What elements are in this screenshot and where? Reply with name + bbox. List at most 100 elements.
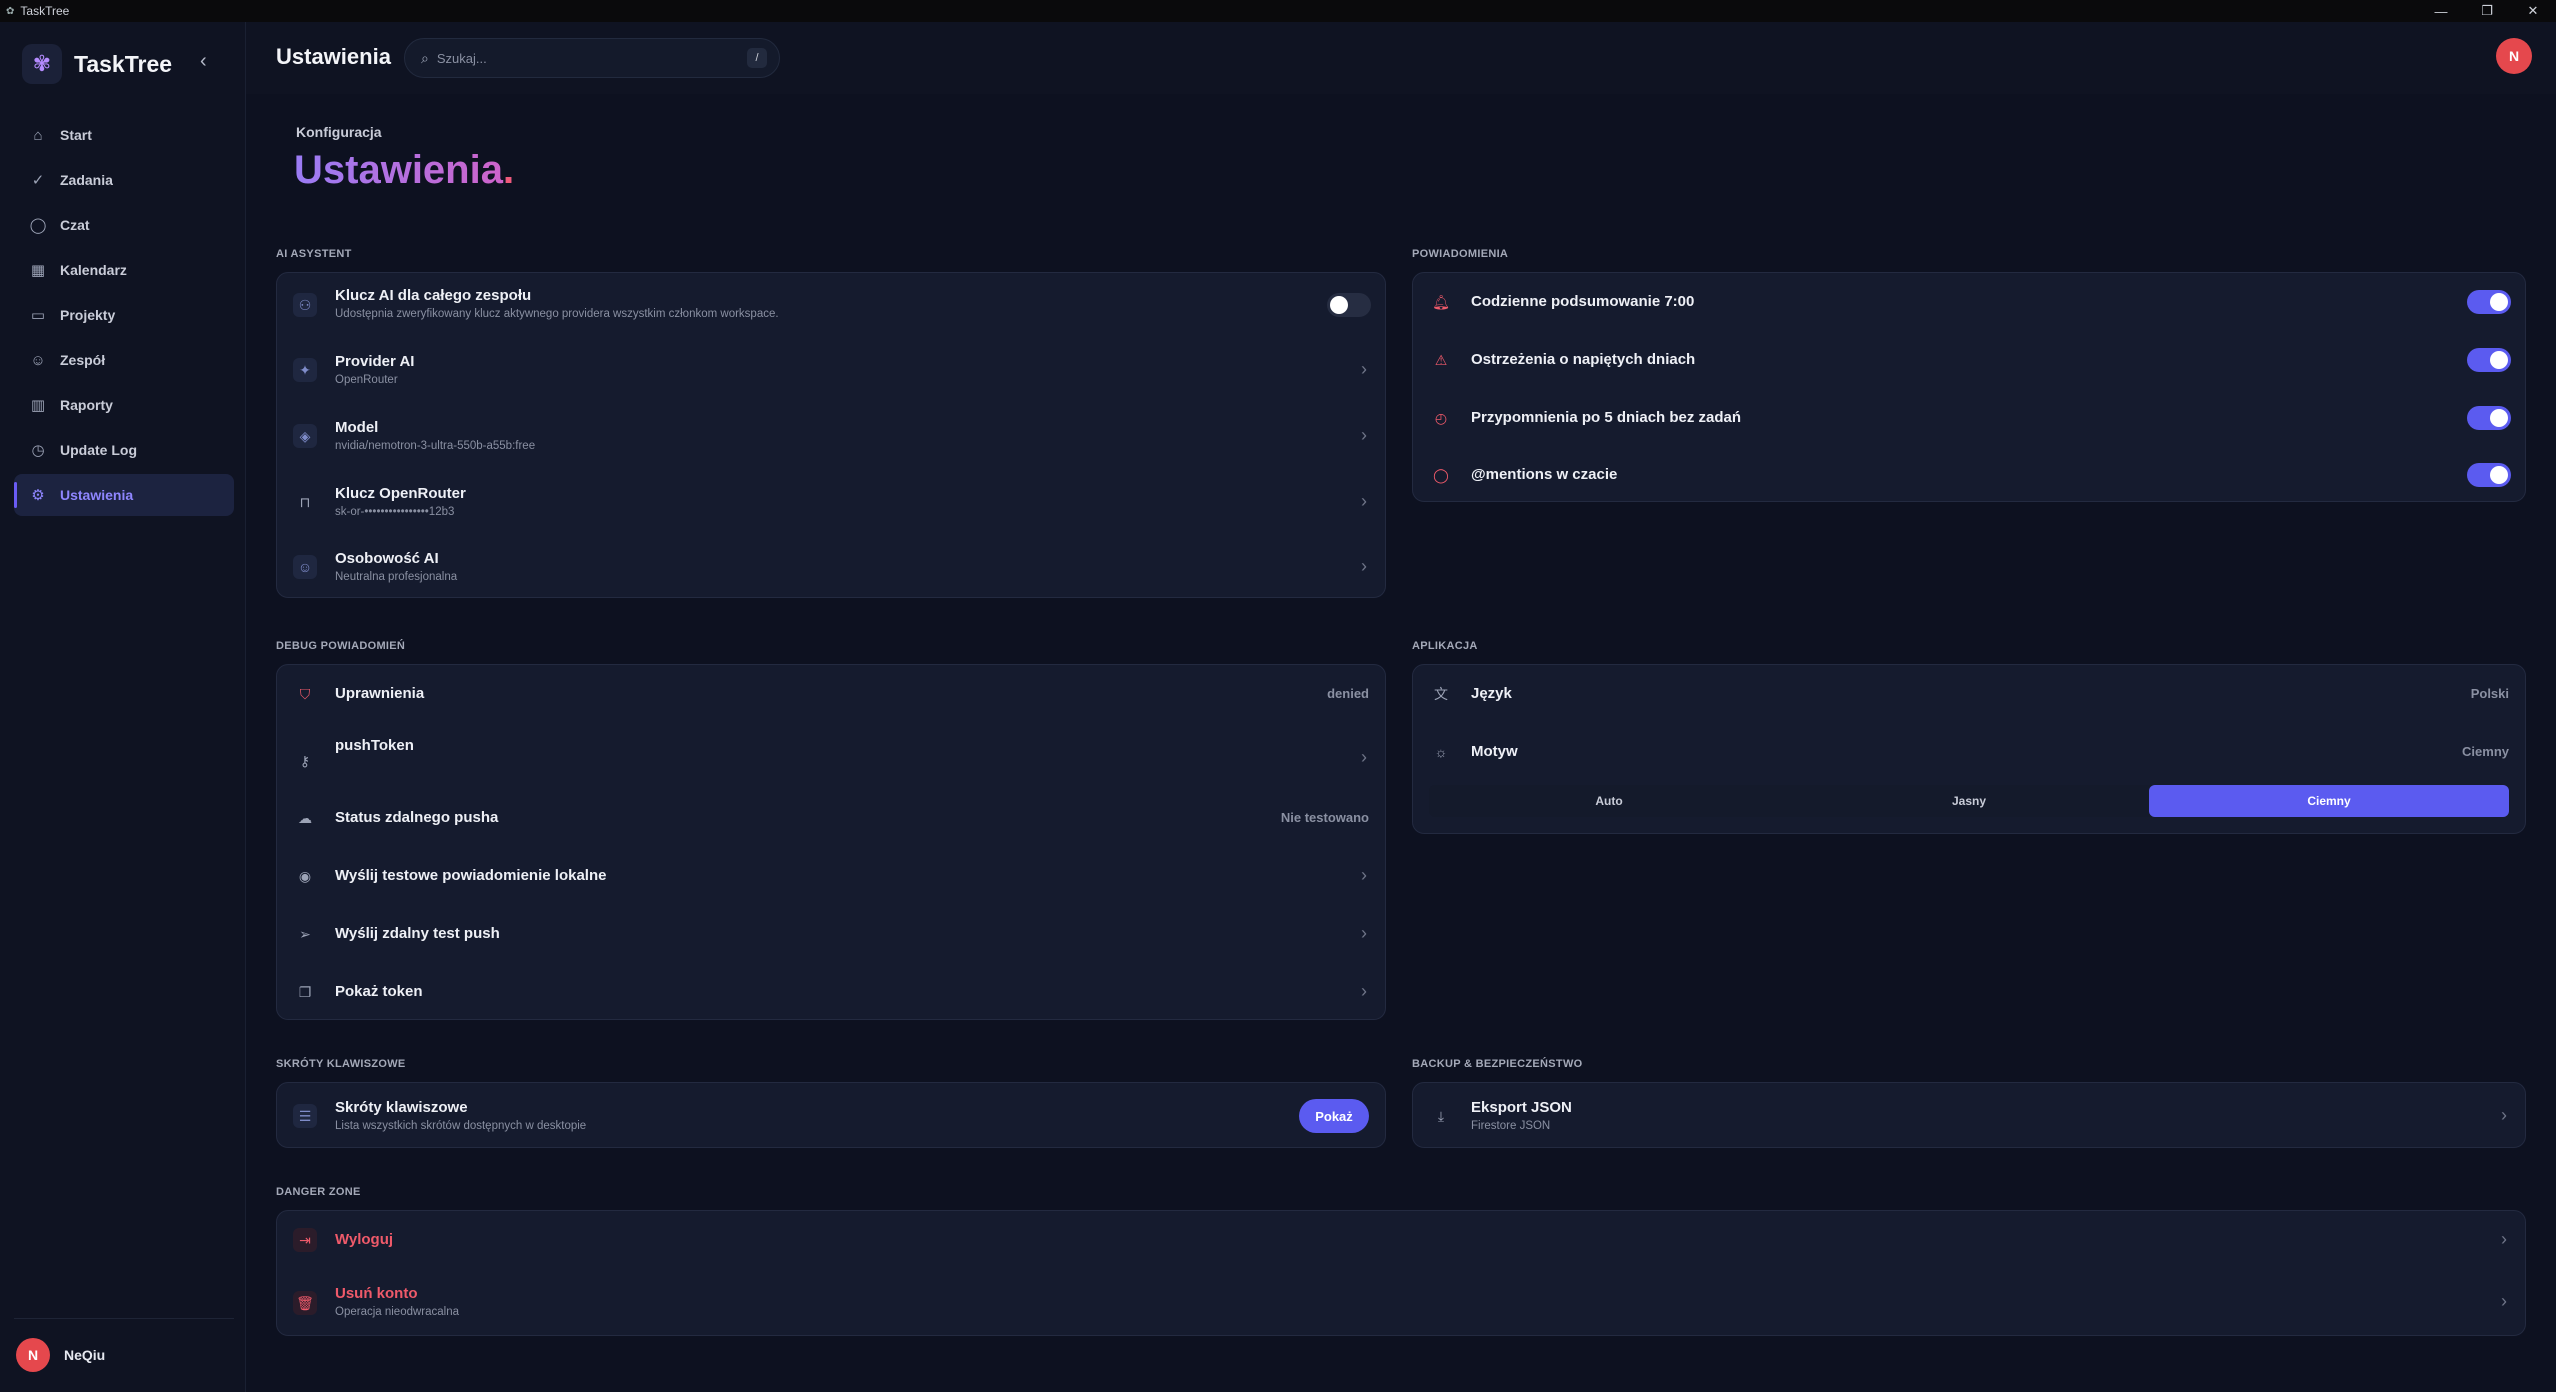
window-title: TaskTree — [20, 4, 70, 18]
sidebar-item-projects[interactable]: ▭ Projekty — [14, 294, 234, 336]
maximize-button[interactable]: ❐ — [2464, 0, 2510, 22]
theme-option-light[interactable]: Jasny — [1789, 785, 2149, 817]
search-box[interactable]: ⌕ / — [404, 38, 780, 78]
sidebar-item-team[interactable]: ☺ Zespół — [14, 339, 234, 381]
sidebar-item-reports[interactable]: ▥ Raporty — [14, 384, 234, 426]
chevron-right-icon: › — [1361, 491, 1367, 511]
sidebar-item-update-log[interactable]: ◷ Update Log — [14, 429, 234, 471]
key-icon: ⚷ — [299, 752, 311, 769]
download-icon: ⤓ — [1437, 1107, 1445, 1124]
notification-reminders-row[interactable]: ◴ Przypomnienia po 5 dniach bez zadań — [1413, 389, 2527, 447]
user-name: NeQiu — [64, 1347, 106, 1363]
theme-option-dark[interactable]: Ciemny — [2149, 785, 2509, 817]
permissions-status: denied — [1327, 686, 1369, 701]
daily-summary-toggle[interactable] — [2467, 290, 2511, 314]
section-label-danger: DANGER ZONE — [276, 1186, 361, 1198]
row-title: Usuń konto — [335, 1285, 418, 1302]
sidebar-nav: ⌂ Start ✓ Zadania ◯ Czat ▦ Kalendarz ▭ P… — [14, 114, 234, 519]
row-title: Wyślij testowe powiadomienie lokalne — [335, 867, 607, 884]
team-ai-key-row[interactable]: ⚇ Klucz AI dla całego zespołu Udostępnia… — [277, 273, 1387, 337]
export-json-row[interactable]: ⤓ Eksport JSON Firestore JSON › — [1413, 1083, 2527, 1149]
close-button[interactable]: ✕ — [2510, 0, 2556, 22]
gear-icon: ⚙ — [31, 487, 45, 504]
sidebar-item-start[interactable]: ⌂ Start — [14, 114, 234, 156]
theme-value: Ciemny — [2462, 744, 2509, 759]
app-icon: ✿ — [6, 5, 15, 17]
logout-icon: ⇥ — [293, 1228, 317, 1252]
row-title: pushToken — [335, 737, 414, 754]
search-input[interactable] — [436, 50, 717, 66]
remote-push-status-row[interactable]: ☁ Status zdalnego pusha Nie testowano — [277, 789, 1387, 847]
section-label-ai: AI ASYSTENT — [276, 248, 352, 260]
theme-row[interactable]: ☼ Motyw Ciemny — [1413, 723, 2527, 781]
send-local-test-row[interactable]: ◉ Wyślij testowe powiadomienie lokalne › — [277, 847, 1387, 905]
sidebar-item-label: Ustawienia — [60, 487, 134, 503]
user-profile[interactable]: N NeQiu — [16, 1338, 105, 1372]
row-title: Status zdalnego pusha — [335, 809, 499, 826]
brand[interactable]: ✾ TaskTree — [22, 44, 172, 84]
row-title: Wyloguj — [335, 1231, 394, 1248]
notification-mentions-row[interactable]: ◯ @mentions w czacie — [1413, 447, 2527, 503]
sidebar-item-calendar[interactable]: ▦ Kalendarz — [14, 249, 234, 291]
language-value: Polski — [2470, 686, 2509, 701]
team-ai-key-toggle[interactable] — [1327, 293, 1371, 317]
notification-busy-days-row[interactable]: ⚠ Ostrzeżenia o napiętych dniach — [1413, 331, 2527, 389]
openrouter-key-row[interactable]: ⊓ Klucz OpenRouter sk-or-•••••••••••••••… — [277, 469, 1387, 535]
toggle-knob — [2490, 293, 2508, 311]
page-title-dot: . — [502, 148, 515, 192]
page-title-text: Ustawienia — [294, 148, 503, 192]
row-title: Motyw — [1471, 743, 1518, 760]
sidebar-item-label: Raporty — [60, 397, 113, 413]
ai-personality-row[interactable]: ☺ Osobowość AI Neutralna profesjonalna › — [277, 535, 1387, 599]
collapse-sidebar-icon[interactable]: ‹ — [200, 50, 207, 73]
sidebar-item-label: Czat — [60, 217, 90, 233]
sidebar-item-chat[interactable]: ◯ Czat — [14, 204, 234, 246]
reminders-toggle[interactable] — [2467, 406, 2511, 430]
theme-option-auto[interactable]: Auto — [1429, 785, 1789, 817]
row-title: Ostrzeżenia o napiętych dniach — [1471, 351, 1696, 368]
delete-account-row[interactable]: 🗑︎ Usuń konto Operacja nieodwracalna › — [277, 1269, 2527, 1337]
row-title: Przypomnienia po 5 dniach bez zadań — [1471, 409, 1742, 426]
push-token-row[interactable]: ⚷ pushToken › — [277, 723, 1387, 789]
chevron-right-icon: › — [1361, 865, 1367, 885]
show-token-row[interactable]: ❐ Pokaż token › — [277, 963, 1387, 1021]
shortcuts-card: ☰ Skróty klawiszowe Lista wszystkich skr… — [276, 1082, 1386, 1148]
clock-icon: ◷ — [31, 442, 45, 459]
users-icon: ☺ — [30, 351, 46, 369]
section-label-shortcuts: SKRÓTY KLAWISZOWE — [276, 1058, 406, 1070]
check-circle-icon: ✓ — [31, 172, 45, 189]
toggle-knob — [2490, 409, 2508, 427]
ai-provider-row[interactable]: ✦ Provider AI OpenRouter › — [277, 337, 1387, 403]
translate-icon: 文 — [1434, 686, 1448, 702]
top-header: Ustawienia ⌕ / N — [246, 22, 2556, 94]
ai-model-row[interactable]: ◈ Model nvidia/nemotron-3-ultra-550b-a55… — [277, 403, 1387, 469]
permissions-row[interactable]: ⛉ Uprawnienia denied — [277, 665, 1387, 723]
notification-daily-summary-row[interactable]: 🔔︎ Codzienne podsumowanie 7:00 — [1413, 273, 2527, 331]
row-title: Model — [335, 419, 379, 436]
remote-push-status: Nie testowano — [1280, 810, 1369, 825]
danger-zone-card: ⇥ Wyloguj › 🗑︎ Usuń konto Operacja nieod… — [276, 1210, 2526, 1336]
row-title: Język — [1471, 685, 1512, 702]
mentions-toggle[interactable] — [2467, 463, 2511, 487]
shortcuts-row: ☰ Skróty klawiszowe Lista wszystkich skr… — [277, 1083, 1387, 1149]
show-shortcuts-button[interactable]: Pokaż — [1299, 1099, 1369, 1133]
language-row[interactable]: 文 Język Polski — [1413, 665, 2527, 723]
chevron-right-icon: › — [1361, 981, 1367, 1001]
sidebar-item-settings[interactable]: ⚙ Ustawienia — [14, 474, 234, 516]
row-title: Klucz AI dla całego zespołu — [335, 287, 532, 304]
timer-icon: ◴ — [1434, 409, 1448, 426]
send-remote-test-row[interactable]: ➢ Wyślij zdalny test push › — [277, 905, 1387, 963]
row-title: Eksport JSON — [1471, 1099, 1572, 1116]
header-title: Ustawienia — [276, 44, 391, 69]
toggle-knob — [2490, 466, 2508, 484]
logout-row[interactable]: ⇥ Wyloguj › — [277, 1211, 2527, 1269]
calendar-icon: ▦ — [30, 262, 46, 279]
busy-days-toggle[interactable] — [2467, 348, 2511, 372]
header-avatar[interactable]: N — [2496, 38, 2532, 74]
folder-icon: ▭ — [30, 307, 46, 324]
chat-bubble-icon: ◯ — [29, 217, 47, 234]
row-subtitle: Neutralna profesjonalna — [335, 571, 458, 583]
settings-page: Konfiguracja Ustawienia. AI ASYSTENT ⚇ K… — [246, 94, 2556, 1392]
sidebar-item-tasks[interactable]: ✓ Zadania — [14, 159, 234, 201]
minimize-button[interactable]: — — [2418, 0, 2464, 22]
